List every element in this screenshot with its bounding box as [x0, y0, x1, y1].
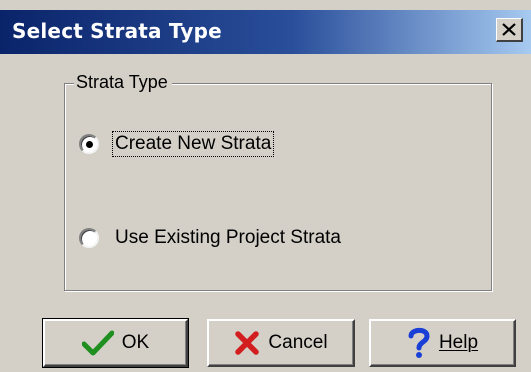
dialog-title: Select Strata Type	[12, 19, 222, 43]
radio-label-use-existing-project-strata[interactable]: Use Existing Project Strata	[113, 226, 343, 250]
radio-use-existing-project-strata[interactable]: Use Existing Project Strata	[79, 224, 343, 252]
select-strata-type-dialog: Select Strata Type Strata Type Create Ne…	[0, 0, 531, 372]
radio-button-unselected[interactable]	[79, 228, 99, 248]
title-bar[interactable]: Select Strata Type	[0, 10, 531, 54]
cancel-button-label: Cancel	[268, 332, 328, 353]
radio-button-selected[interactable]	[79, 134, 99, 154]
close-button[interactable]	[496, 18, 523, 42]
question-mark-icon	[407, 327, 431, 359]
ok-button-label: OK	[121, 332, 150, 353]
ok-button[interactable]: OK	[42, 318, 189, 368]
x-mark-icon	[234, 330, 260, 356]
cancel-button[interactable]: Cancel	[207, 319, 355, 367]
help-button-label: Help	[438, 332, 479, 353]
radio-label-create-new-strata[interactable]: Create New Strata	[111, 131, 275, 157]
radio-create-new-strata[interactable]: Create New Strata	[79, 130, 275, 158]
help-button[interactable]: Help	[369, 319, 516, 367]
radio-dot-icon	[86, 141, 93, 148]
strata-type-groupbox	[64, 83, 492, 291]
close-icon	[502, 23, 516, 36]
strata-type-legend: Strata Type	[74, 72, 172, 93]
checkmark-icon	[81, 330, 114, 356]
